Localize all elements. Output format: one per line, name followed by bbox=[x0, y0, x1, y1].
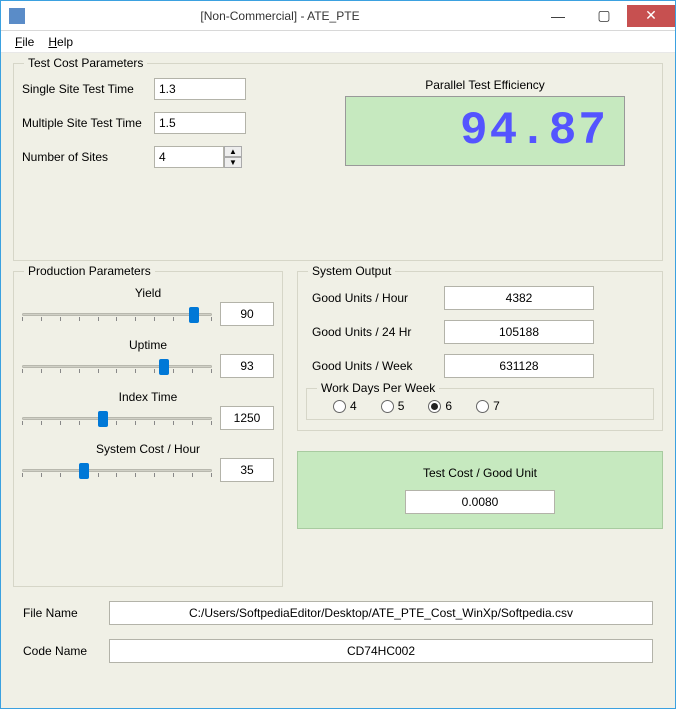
system-cost-input[interactable]: 35 bbox=[220, 458, 274, 482]
group-system-output: System Output Good Units / Hour 4382 Goo… bbox=[297, 271, 663, 431]
close-button[interactable]: ✕ bbox=[627, 5, 675, 27]
cost-per-unit-value: 0.0080 bbox=[405, 490, 555, 514]
titlebar: [Non-Commercial] - ATE_PTE — ▢ ✕ bbox=[1, 1, 675, 31]
spinner-down-icon[interactable]: ▼ bbox=[224, 157, 242, 168]
minimize-button[interactable]: — bbox=[535, 5, 581, 27]
good-24-value: 105188 bbox=[444, 320, 594, 344]
yield-input[interactable]: 90 bbox=[220, 302, 274, 326]
single-site-input[interactable] bbox=[154, 78, 246, 100]
uptime-slider[interactable] bbox=[22, 357, 212, 375]
group-system-output-legend: System Output bbox=[308, 264, 395, 278]
yield-label: Yield bbox=[22, 286, 274, 300]
index-time-slider[interactable] bbox=[22, 409, 212, 427]
menubar: File Help bbox=[1, 31, 675, 53]
workdays-4[interactable]: 4 bbox=[333, 399, 357, 413]
pte-display: 94.87 bbox=[345, 96, 625, 166]
index-time-input[interactable]: 1250 bbox=[220, 406, 274, 430]
app-icon bbox=[9, 8, 25, 24]
num-sites-input[interactable] bbox=[154, 146, 224, 168]
app-window: [Non-Commercial] - ATE_PTE — ▢ ✕ File He… bbox=[0, 0, 676, 709]
workdays-7[interactable]: 7 bbox=[476, 399, 500, 413]
workdays-5[interactable]: 5 bbox=[381, 399, 405, 413]
group-test-cost: Test Cost Parameters Single Site Test Ti… bbox=[13, 63, 663, 261]
uptime-label: Uptime bbox=[22, 338, 274, 352]
system-cost-slider[interactable] bbox=[22, 461, 212, 479]
radio-icon bbox=[476, 400, 489, 413]
radio-icon bbox=[381, 400, 394, 413]
cost-per-unit-label: Test Cost / Good Unit bbox=[423, 466, 537, 480]
file-name-label: File Name bbox=[13, 606, 99, 620]
good-24-label: Good Units / 24 Hr bbox=[306, 325, 436, 339]
code-name-row: Code Name CD74HC002 bbox=[13, 639, 663, 663]
num-sites-spinner[interactable]: ▲ ▼ bbox=[154, 146, 242, 168]
file-name-row: File Name C:/Users/SoftpediaEditor/Deskt… bbox=[13, 601, 663, 625]
good-week-label: Good Units / Week bbox=[306, 359, 436, 373]
index-time-label: Index Time bbox=[22, 390, 274, 404]
good-week-value: 631128 bbox=[444, 354, 594, 378]
group-workdays: Work Days Per Week 4 5 6 7 bbox=[306, 388, 654, 420]
yield-slider[interactable] bbox=[22, 305, 212, 323]
code-name-input[interactable]: CD74HC002 bbox=[109, 639, 653, 663]
param-yield: Yield 90 bbox=[22, 286, 274, 326]
window-title: [Non-Commercial] - ATE_PTE bbox=[25, 9, 535, 23]
system-cost-label: System Cost / Hour bbox=[22, 442, 274, 456]
single-site-label: Single Site Test Time bbox=[22, 82, 148, 96]
workdays-legend: Work Days Per Week bbox=[317, 381, 439, 395]
maximize-button[interactable]: ▢ bbox=[581, 5, 627, 27]
param-system-cost: System Cost / Hour 35 bbox=[22, 442, 274, 482]
pte-label: Parallel Test Efficiency bbox=[425, 78, 545, 92]
cost-per-unit-box: Test Cost / Good Unit 0.0080 bbox=[297, 451, 663, 529]
file-name-input[interactable]: C:/Users/SoftpediaEditor/Desktop/ATE_PTE… bbox=[109, 601, 653, 625]
multiple-site-label: Multiple Site Test Time bbox=[22, 116, 148, 130]
menu-help[interactable]: Help bbox=[42, 33, 79, 51]
num-sites-label: Number of Sites bbox=[22, 150, 148, 164]
param-uptime: Uptime 93 bbox=[22, 338, 274, 378]
uptime-input[interactable]: 93 bbox=[220, 354, 274, 378]
group-test-cost-legend: Test Cost Parameters bbox=[24, 56, 147, 70]
group-production: Production Parameters Yield 90 Uptime bbox=[13, 271, 283, 587]
radio-icon bbox=[333, 400, 346, 413]
radio-icon bbox=[428, 400, 441, 413]
group-production-legend: Production Parameters bbox=[24, 264, 155, 278]
good-hour-value: 4382 bbox=[444, 286, 594, 310]
code-name-label: Code Name bbox=[13, 644, 99, 658]
good-hour-label: Good Units / Hour bbox=[306, 291, 436, 305]
multiple-site-input[interactable] bbox=[154, 112, 246, 134]
content-area: Test Cost Parameters Single Site Test Ti… bbox=[1, 53, 675, 708]
menu-file[interactable]: File bbox=[9, 33, 40, 51]
spinner-up-icon[interactable]: ▲ bbox=[224, 146, 242, 157]
param-index-time: Index Time 1250 bbox=[22, 390, 274, 430]
workdays-6[interactable]: 6 bbox=[428, 399, 452, 413]
